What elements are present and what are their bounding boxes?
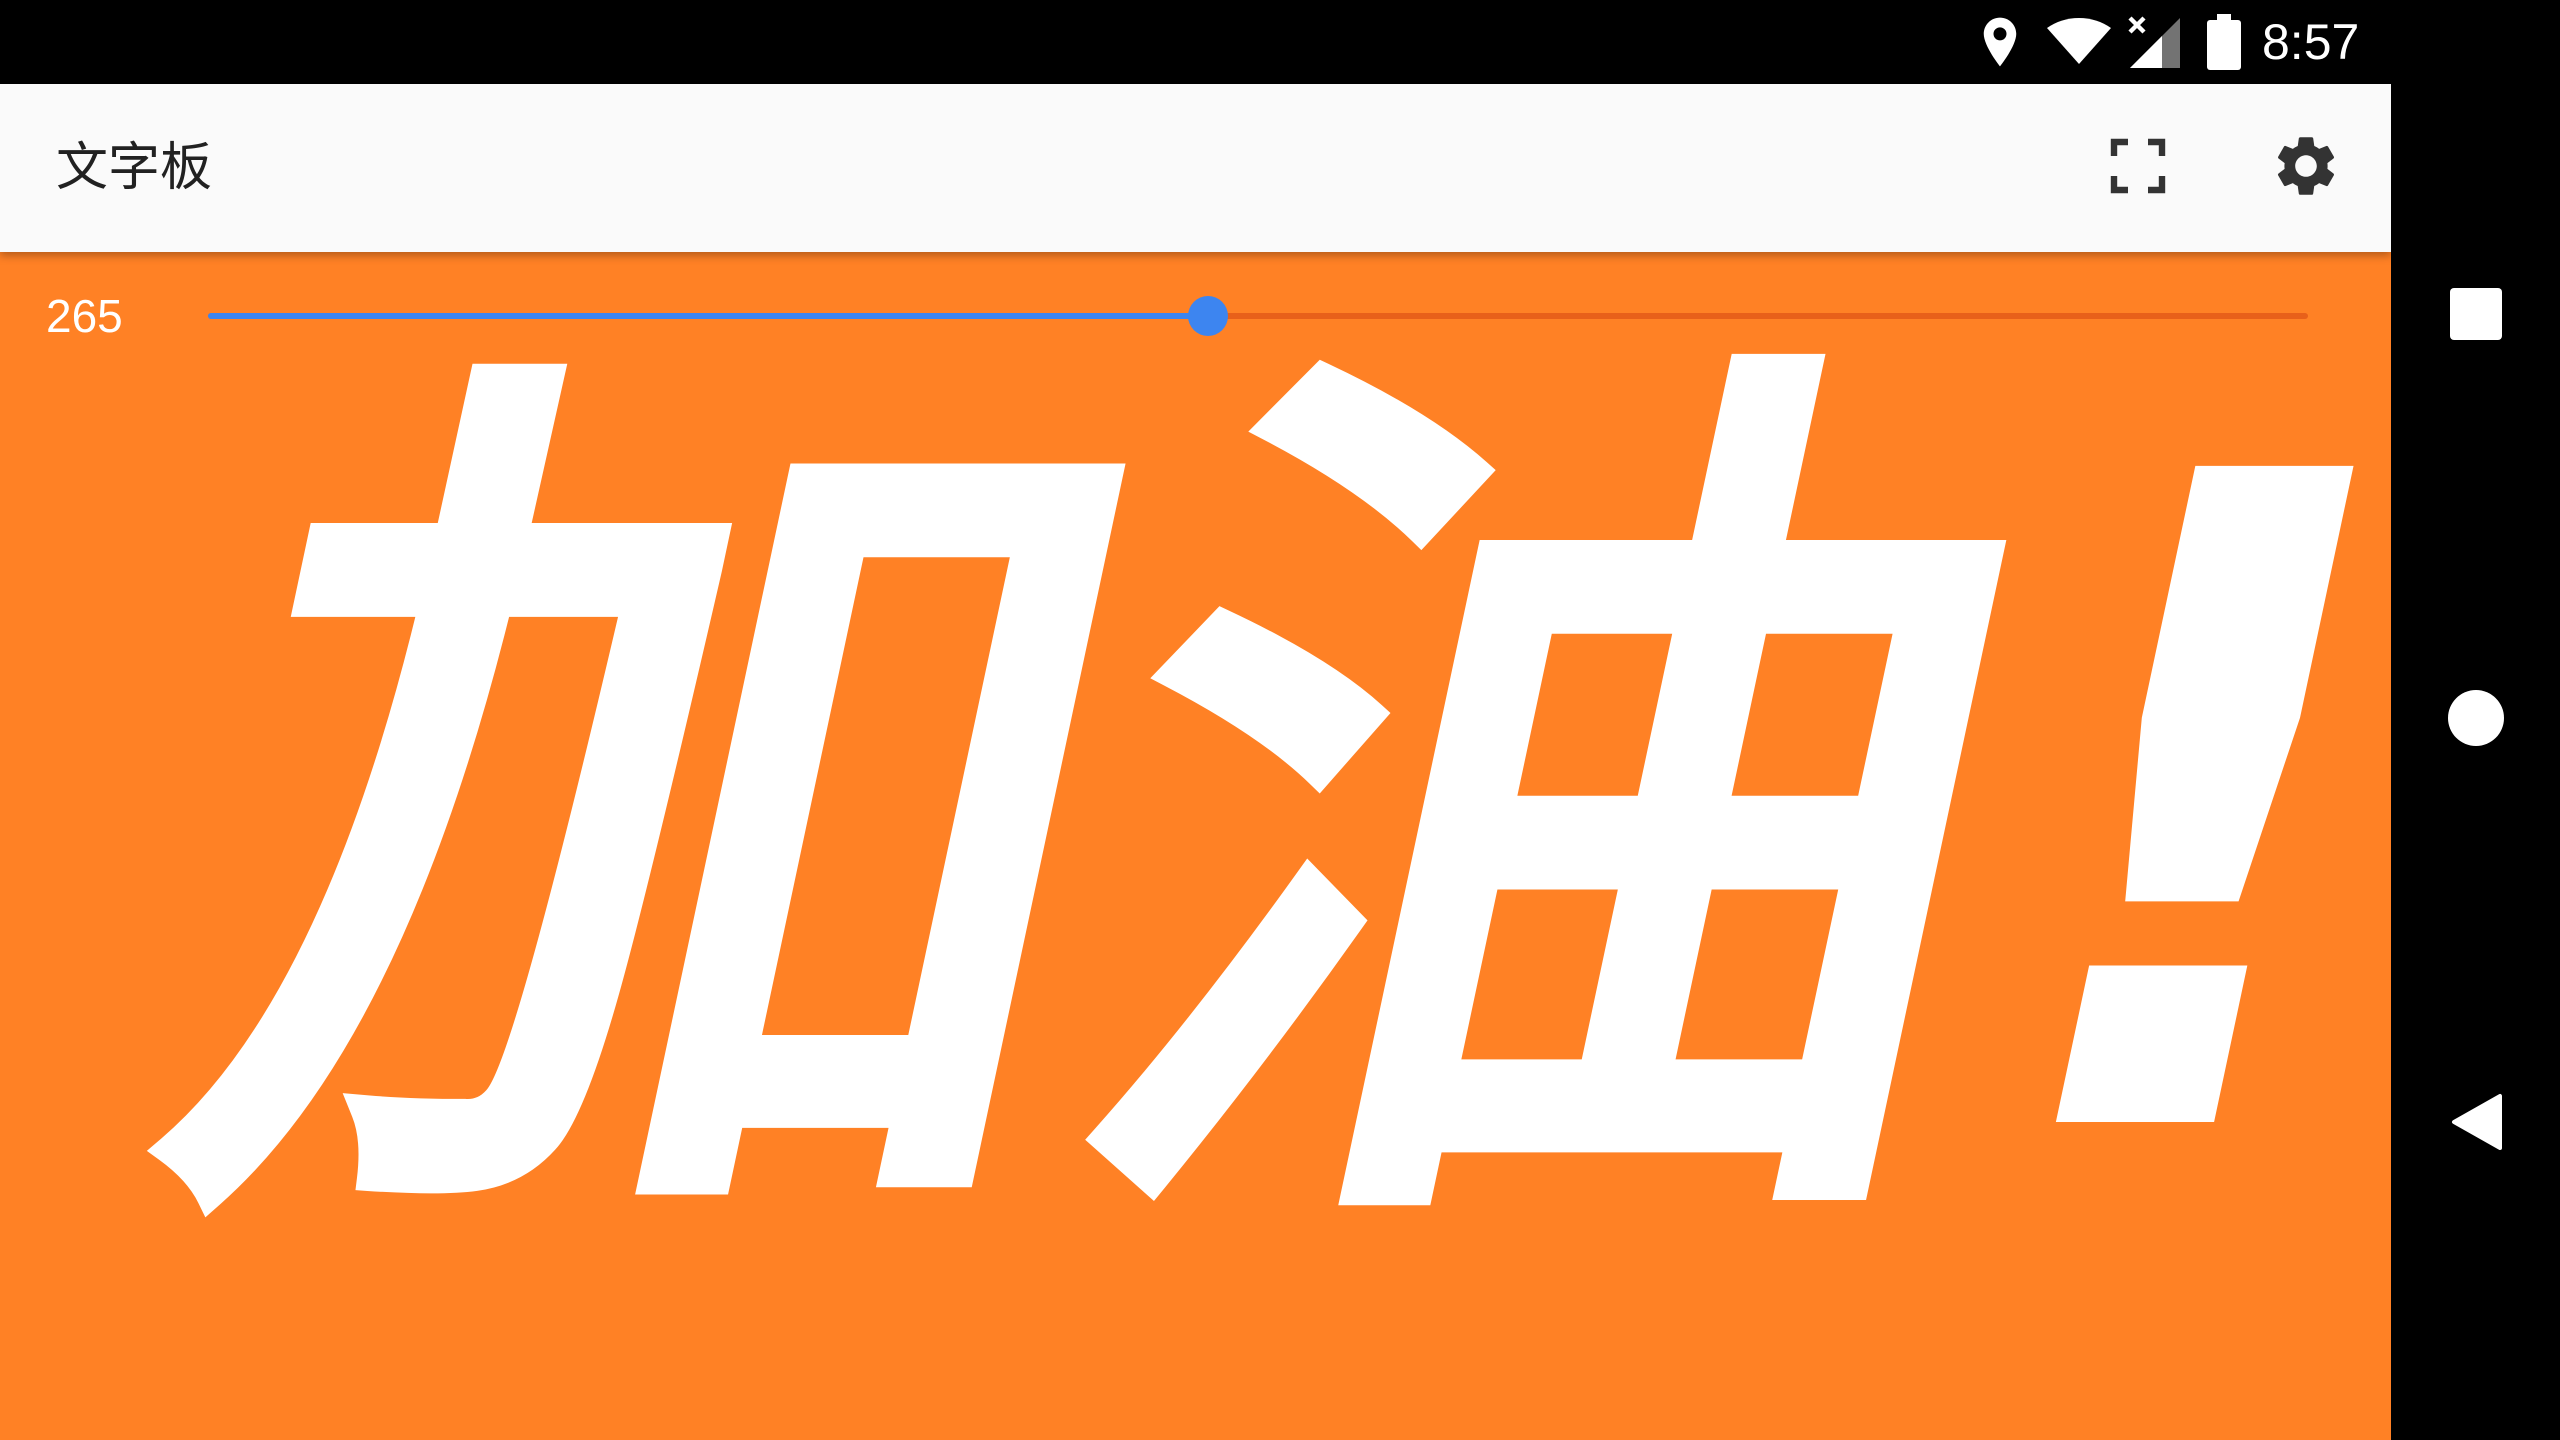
cell-signal-icon bbox=[2124, 0, 2184, 84]
app-title: 文字板 bbox=[56, 138, 213, 198]
back-button[interactable] bbox=[2391, 1044, 2560, 1204]
recents-icon bbox=[2448, 286, 2504, 346]
navigation-bar bbox=[2391, 0, 2560, 1440]
back-icon bbox=[2448, 1092, 2504, 1156]
fullscreen-button[interactable] bbox=[2096, 126, 2180, 210]
status-time: 8:57 bbox=[2262, 14, 2360, 70]
wifi-icon bbox=[2044, 0, 2114, 84]
board-text: 加油! bbox=[104, 288, 2391, 1335]
location-icon bbox=[1976, 0, 2024, 84]
settings-button[interactable] bbox=[2264, 126, 2348, 210]
text-board: 265 加油! bbox=[0, 252, 2391, 1440]
battery-icon bbox=[2202, 0, 2246, 84]
home-button[interactable] bbox=[2391, 640, 2560, 800]
fullscreen-icon bbox=[2110, 138, 2166, 198]
settings-icon bbox=[2270, 130, 2342, 206]
screen: 8:57 文字板 265 加油! bbox=[0, 0, 2560, 1440]
size-value-label: 265 bbox=[46, 290, 123, 342]
app-bar: 文字板 bbox=[0, 84, 2391, 252]
status-bar: 8:57 bbox=[0, 0, 2391, 84]
home-icon bbox=[2446, 688, 2506, 752]
recents-button[interactable] bbox=[2391, 236, 2560, 396]
